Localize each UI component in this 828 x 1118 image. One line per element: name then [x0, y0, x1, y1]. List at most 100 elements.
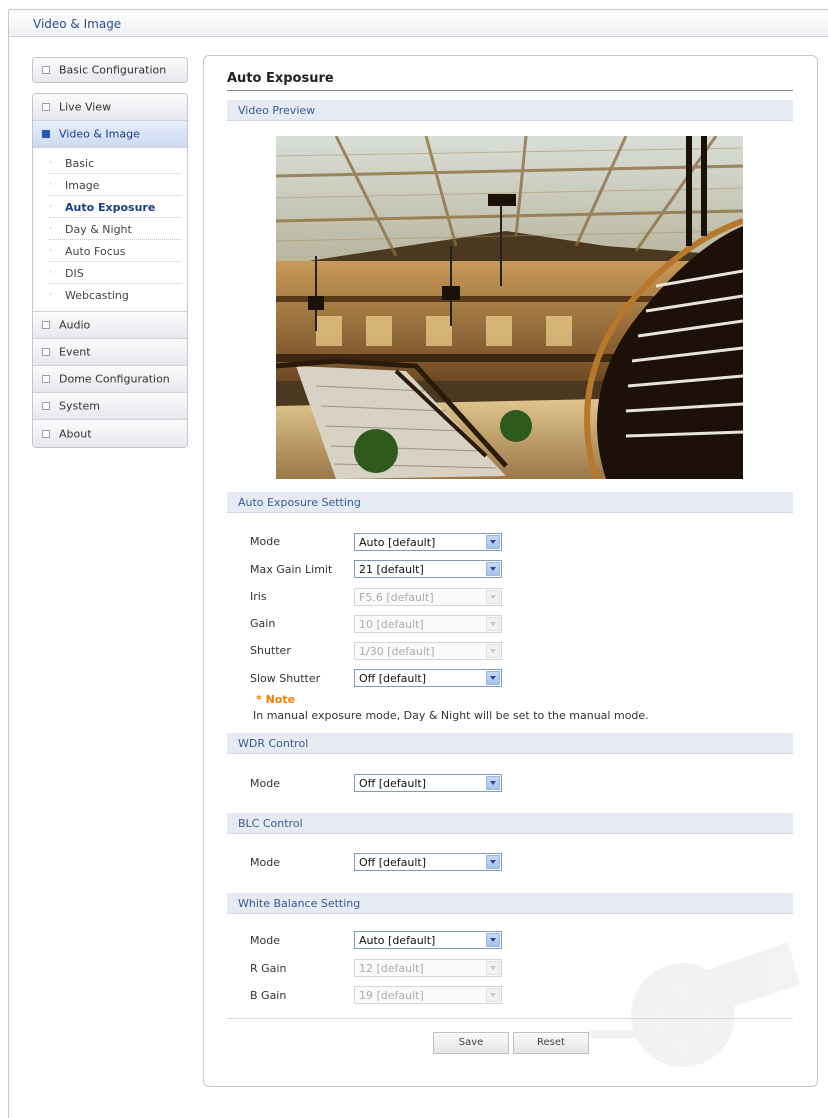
blc-mode-label: Mode: [250, 856, 280, 869]
r-gain-label: R Gain: [250, 962, 287, 975]
sidebar-item-dome-configuration[interactable]: Dome Configuration: [33, 366, 187, 393]
shutter-select[interactable]: 1/30 [default]: [354, 642, 502, 660]
menu-group-main: Live View Video & Image · Basic · Image · A…: [32, 93, 188, 448]
submenu-label: DIS: [65, 267, 84, 280]
submenu-label: Webcasting: [65, 289, 129, 302]
save-button[interactable]: Save: [433, 1032, 509, 1054]
top-bar: Video & Image: [9, 10, 828, 37]
section-blc-control: BLC Control: [227, 813, 793, 834]
sidebar-item-about[interactable]: About: [33, 420, 187, 447]
submenu-label: Day & Night: [65, 223, 132, 236]
sidebar-item-label: About: [59, 427, 92, 440]
section-header: BLC Control: [238, 817, 303, 830]
bullet-icon: ·: [49, 224, 52, 234]
shutter-label: Shutter: [250, 644, 291, 657]
chevron-down-icon: [486, 562, 500, 576]
sidebar-item-label: System: [59, 399, 101, 413]
bullet-icon: ·: [49, 202, 52, 212]
sidebar-item-system[interactable]: System: [33, 393, 187, 420]
select-value: Off [default]: [359, 777, 427, 790]
section-header: WDR Control: [238, 737, 309, 750]
sidebar-item-label: Dome Configuration: [59, 372, 170, 386]
chevron-down-icon: [486, 535, 500, 549]
video-image-submenu: · Basic · Image · Auto Exposure · Day & Nigh…: [33, 148, 187, 312]
chevron-down-icon: [486, 855, 500, 869]
bullet-icon: ·: [49, 158, 52, 168]
square-icon: [42, 402, 50, 410]
select-value: Off [default]: [359, 672, 427, 685]
submenu-label: Auto Exposure: [65, 201, 156, 214]
menu-group-basic: Basic Configuration: [32, 57, 188, 83]
b-gain-select[interactable]: 19 [default]: [354, 986, 502, 1004]
slow-shutter-label: Slow Shutter: [250, 672, 321, 685]
slow-shutter-select[interactable]: Off [default]: [354, 669, 502, 687]
wdr-mode-select[interactable]: Off [default]: [354, 774, 502, 792]
square-icon: [42, 66, 50, 74]
section-video-preview: Video Preview: [227, 100, 793, 121]
gain-label: Gain: [250, 617, 276, 630]
r-gain-select[interactable]: 12 [default]: [354, 959, 502, 977]
blc-mode-select[interactable]: Off [default]: [354, 853, 502, 871]
iris-select[interactable]: F5.6 [default]: [354, 588, 502, 606]
chevron-down-icon: [486, 776, 500, 790]
chevron-down-icon: [486, 617, 500, 631]
section-header: White Balance Setting: [238, 897, 361, 910]
submenu-item-basic[interactable]: · Basic: [49, 152, 181, 174]
note-text: In manual exposure mode, Day & Night wil…: [253, 709, 649, 722]
select-value: 21 [default]: [359, 563, 424, 576]
bullet-icon: ·: [49, 268, 52, 278]
submenu-label: Basic: [65, 157, 95, 170]
select-value: Auto [default]: [359, 536, 436, 549]
submenu-label: Image: [65, 179, 100, 192]
bullet-icon: ·: [49, 246, 52, 256]
submenu-item-auto-exposure[interactable]: · Auto Exposure: [49, 196, 181, 218]
chevron-down-icon: [486, 671, 500, 685]
select-value: Off [default]: [359, 856, 427, 869]
ae-mode-select[interactable]: Auto [default]: [354, 533, 502, 551]
square-icon: [42, 429, 50, 438]
bullet-icon: ·: [49, 180, 52, 190]
submenu-item-webcasting[interactable]: · Webcasting: [49, 284, 181, 306]
section-header: Video Preview: [238, 104, 316, 117]
section-wdr-control: WDR Control: [227, 733, 793, 754]
max-gain-limit-select[interactable]: 21 [default]: [354, 560, 502, 578]
select-value: 19 [default]: [359, 989, 424, 1002]
sidebar-item-live-view[interactable]: Live View: [33, 94, 187, 121]
submenu-item-image[interactable]: · Image: [49, 174, 181, 196]
bottom-divider: [227, 1018, 793, 1019]
ae-mode-label: Mode: [250, 535, 280, 548]
submenu-label: Auto Focus: [65, 245, 126, 258]
square-icon: [42, 103, 50, 111]
square-icon: [42, 375, 50, 383]
select-value: 1/30 [default]: [359, 645, 435, 658]
submenu-item-day-night[interactable]: · Day & Night: [49, 218, 181, 240]
submenu-item-auto-focus[interactable]: · Auto Focus: [49, 240, 181, 262]
sidebar-item-label: Video & Image: [59, 127, 140, 141]
sidebar-item-label: Live View: [59, 100, 112, 114]
section-white-balance-setting: White Balance Setting: [227, 893, 793, 914]
chevron-down-icon: [486, 644, 500, 658]
gain-select[interactable]: 10 [default]: [354, 615, 502, 633]
sidebar-item-event[interactable]: Event: [33, 339, 187, 366]
section-auto-exposure-setting: Auto Exposure Setting: [227, 492, 793, 513]
b-gain-label: B Gain: [250, 989, 287, 1002]
sidebar-item-label: Basic Configuration: [59, 63, 167, 77]
select-value: Auto [default]: [359, 934, 436, 947]
submenu-item-dis[interactable]: · DIS: [49, 262, 181, 284]
iris-label: Iris: [250, 590, 267, 603]
select-value: F5.6 [default]: [359, 591, 434, 604]
sidebar-item-basic-configuration[interactable]: Basic Configuration: [33, 58, 187, 82]
sidebar-item-audio[interactable]: Audio: [33, 312, 187, 339]
top-bar-title: Video & Image: [33, 17, 122, 31]
sidebar-item-video-image[interactable]: Video & Image: [33, 121, 187, 148]
chevron-down-icon: [486, 590, 500, 604]
reset-button[interactable]: Reset: [513, 1032, 589, 1054]
select-value: 10 [default]: [359, 618, 424, 631]
bullet-icon: ·: [49, 290, 52, 300]
video-preview-image: [276, 136, 743, 479]
wb-mode-select[interactable]: Auto [default]: [354, 931, 502, 949]
wdr-mode-label: Mode: [250, 777, 280, 790]
page-title: Auto Exposure: [227, 71, 334, 86]
sidebar: Basic Configuration Live View Video & Im…: [32, 57, 188, 448]
select-value: 12 [default]: [359, 962, 424, 975]
